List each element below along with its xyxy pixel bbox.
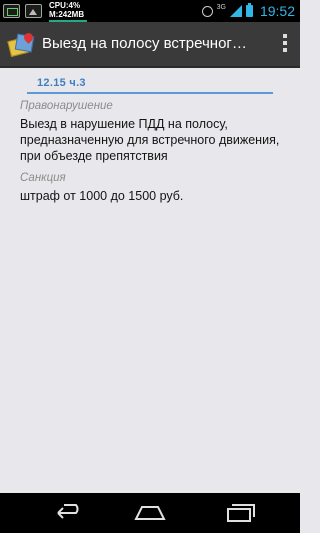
sanction-text: штраф от 1000 до 1500 руб.: [20, 189, 184, 203]
article-number: 12.15 ч.3: [37, 77, 86, 89]
navigation-bar: [0, 493, 300, 533]
sanction-label: Санкция: [20, 172, 66, 184]
clock: 19:52: [259, 3, 295, 19]
page-title: Выезд на полосу встречног…: [42, 35, 247, 52]
cpu-text: CPU:4%: [49, 0, 81, 10]
picture-notification-icon: [25, 4, 42, 18]
status-left: CPU:4% M:242MB: [3, 0, 87, 22]
violation-label: Правонарушение: [20, 100, 113, 112]
alarm-icon: [201, 5, 213, 17]
home-icon: [134, 506, 166, 520]
signal-icon: [229, 5, 242, 17]
article-number-field: 12.15 ч.3: [27, 73, 273, 94]
back-icon: [57, 504, 79, 519]
overflow-menu-icon[interactable]: [282, 34, 288, 56]
recent-apps-button[interactable]: [210, 493, 270, 533]
app-notification-icon: [3, 4, 20, 18]
status-bar: CPU:4% M:242MB 3G 19:52: [0, 0, 300, 22]
app-logo-icon[interactable]: [7, 31, 35, 57]
recent-apps-icon: [227, 504, 255, 522]
status-right: 3G 19:52: [201, 0, 295, 22]
battery-icon: [245, 3, 253, 17]
network-type: 3G: [216, 3, 226, 11]
article-details: 12.15 ч.3 Правонарушение Выезд в нарушен…: [0, 68, 300, 493]
cpu-monitor: CPU:4% M:242MB: [49, 1, 87, 22]
violation-text: Выезд в нарушение ПДД на полосу, предназ…: [20, 117, 280, 163]
back-button[interactable]: [38, 493, 98, 533]
action-bar: Выезд на полосу встречног…: [0, 22, 300, 68]
home-button[interactable]: [120, 493, 180, 533]
memory-text: M:242MB: [49, 9, 85, 19]
